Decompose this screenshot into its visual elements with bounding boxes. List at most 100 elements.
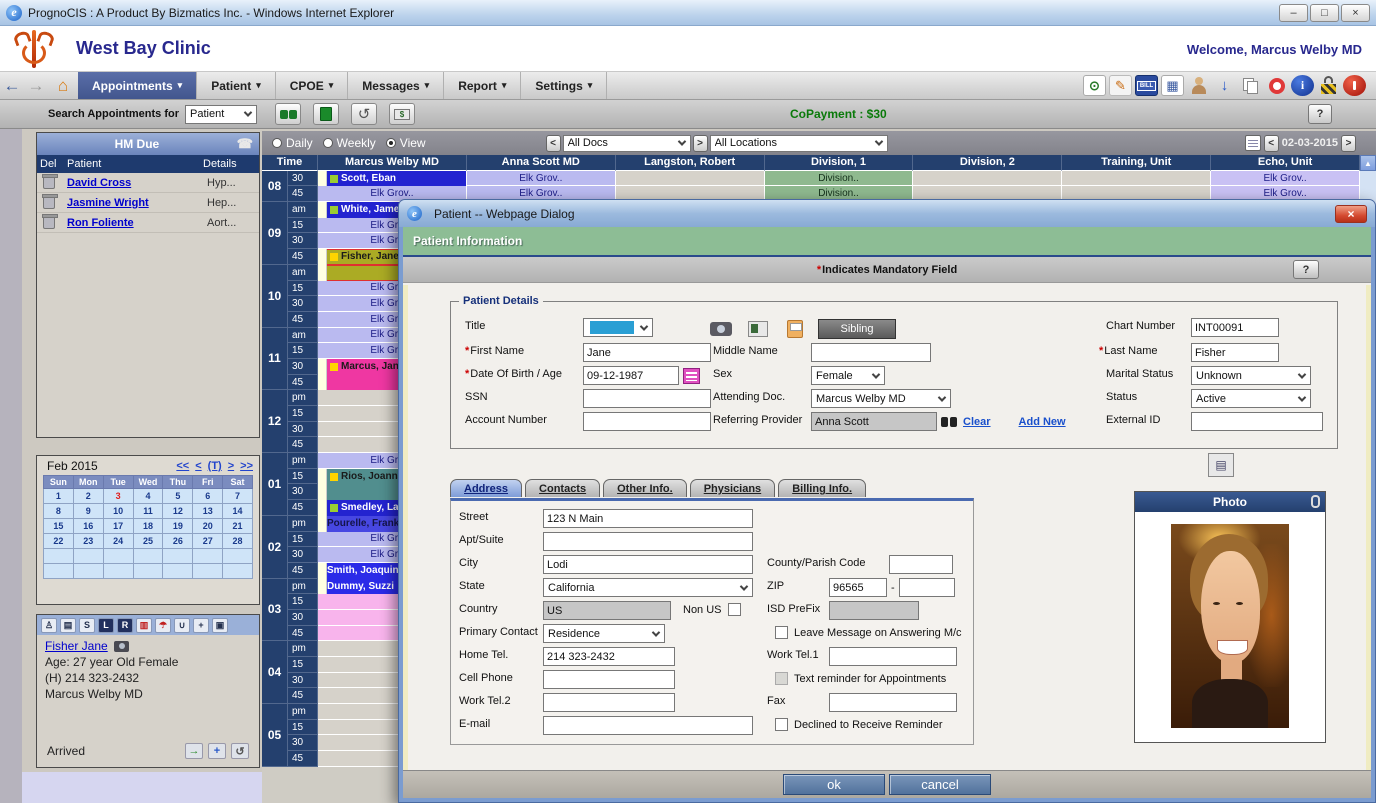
calendar-picker-icon[interactable] — [1245, 135, 1261, 151]
paperclip-icon[interactable] — [1311, 495, 1320, 508]
state-select[interactable]: California — [543, 578, 753, 597]
apt-input[interactable] — [543, 532, 753, 551]
mini-cal-day[interactable] — [163, 549, 193, 564]
menu-messages[interactable]: Messages▾ — [348, 72, 444, 99]
compose-icon[interactable]: ✎ — [1109, 75, 1132, 96]
documents-icon[interactable] — [1239, 75, 1262, 96]
mini-cal-day[interactable] — [73, 564, 103, 579]
binoculars-icon[interactable] — [275, 103, 301, 125]
mini-cal-day[interactable]: 5 — [163, 489, 193, 504]
mini-cal-day[interactable] — [223, 549, 253, 564]
patient-icon[interactable]: ♙ — [41, 618, 57, 633]
documents-icon[interactable]: ▣ — [212, 618, 228, 633]
id-card-icon[interactable] — [744, 318, 772, 340]
logout-icon[interactable] — [1343, 75, 1366, 96]
card-swipe-icon[interactable] — [781, 318, 809, 340]
title-select[interactable] — [583, 318, 653, 337]
mini-cal-day[interactable] — [133, 549, 163, 564]
mini-cal-nav-1[interactable]: < — [195, 460, 201, 472]
mini-cal-day[interactable] — [44, 564, 74, 579]
reschedule-icon[interactable]: ↺ — [231, 743, 249, 759]
street-input[interactable] — [543, 509, 753, 528]
locations-filter-select[interactable]: All Locations — [710, 135, 888, 152]
mini-cal-day[interactable]: 10 — [103, 504, 133, 519]
mini-cal-day[interactable] — [103, 549, 133, 564]
mini-cal-nav-4[interactable]: >> — [240, 460, 253, 472]
prev-doc-button[interactable]: < — [546, 135, 561, 152]
mini-cal-day[interactable]: 17 — [103, 519, 133, 534]
forward-icon[interactable]: → — [24, 72, 48, 99]
mini-cal-day[interactable]: 28 — [223, 534, 253, 549]
history-icon[interactable]: ↺ — [351, 103, 377, 125]
weekly-radio[interactable] — [323, 138, 333, 148]
work-tel2-input[interactable] — [543, 693, 675, 712]
mini-cal-day[interactable]: 15 — [44, 519, 74, 534]
capture-device-icon[interactable]: ▤ — [1208, 453, 1234, 477]
home-tel-input[interactable] — [543, 647, 675, 666]
dob-input[interactable] — [583, 366, 679, 385]
stethoscope-icon[interactable]: ∪ — [174, 618, 190, 633]
tab-contacts[interactable]: Contacts — [525, 479, 600, 497]
country-input[interactable] — [543, 601, 671, 620]
tab-billing-info[interactable]: Billing Info. — [778, 479, 866, 497]
mini-cal-day[interactable]: 19 — [163, 519, 193, 534]
tab-address[interactable]: Address — [450, 479, 522, 497]
mini-cal-day[interactable] — [73, 549, 103, 564]
patient-search-icon[interactable] — [1187, 75, 1210, 96]
download-icon[interactable]: ↓ — [1213, 75, 1236, 96]
clear-link[interactable]: Clear — [963, 416, 991, 428]
mini-cal-day[interactable]: 7 — [223, 489, 253, 504]
non-us-checkbox[interactable] — [728, 603, 741, 616]
mini-cal-day[interactable]: 1 — [44, 489, 74, 504]
daily-radio[interactable] — [272, 138, 282, 148]
schedule-slot[interactable] — [616, 171, 765, 187]
sibling-button[interactable]: Sibling — [818, 319, 896, 339]
dob-calendar-icon[interactable] — [683, 368, 700, 384]
attending-doc-select[interactable]: Marcus Welby MD — [811, 389, 951, 408]
ssn-input[interactable] — [583, 389, 711, 408]
county-code-input[interactable] — [889, 555, 953, 574]
menu-cpoe[interactable]: CPOE▾ — [276, 72, 349, 99]
add-new-link[interactable]: Add New — [1019, 416, 1066, 428]
provider-search-icon[interactable] — [941, 417, 957, 427]
schedule-icon[interactable]: ▦ — [1161, 75, 1184, 96]
mini-cal-nav-3[interactable]: > — [228, 460, 234, 472]
ok-button[interactable]: ok — [783, 774, 885, 795]
menu-patient[interactable]: Patient▾ — [197, 72, 276, 99]
work-tel1-input[interactable] — [829, 647, 957, 666]
next-doc-button[interactable]: > — [693, 135, 708, 152]
status-select[interactable]: Active — [1191, 389, 1311, 408]
billing-icon[interactable]: BILL — [1135, 75, 1158, 96]
mini-cal-day[interactable] — [103, 564, 133, 579]
mini-cal-day[interactable]: 21 — [223, 519, 253, 534]
view-radio[interactable] — [386, 138, 396, 148]
middle-name-input[interactable] — [811, 343, 931, 362]
mini-cal-day[interactable]: 20 — [193, 519, 223, 534]
mini-cal-day[interactable]: 26 — [163, 534, 193, 549]
search-type-select[interactable]: Patient — [185, 105, 257, 124]
city-input[interactable] — [543, 555, 753, 574]
menu-settings[interactable]: Settings▾ — [521, 72, 607, 99]
phone-icon[interactable]: ☎ — [237, 136, 253, 152]
zip-input[interactable] — [829, 578, 887, 597]
mini-cal-day[interactable]: 24 — [103, 534, 133, 549]
schedule-slot[interactable] — [913, 171, 1062, 187]
appointment[interactable]: Scott, Eban — [318, 171, 467, 187]
close-button[interactable]: × — [1341, 4, 1370, 22]
print-bill-icon[interactable]: $ — [389, 103, 415, 125]
chart-note-icon[interactable]: ▤ — [60, 618, 76, 633]
schedule-slot-loc[interactable]: Elk Grov.. — [467, 171, 616, 187]
letter-r-icon[interactable]: R — [117, 618, 133, 633]
photo-capture-icon[interactable] — [707, 318, 735, 340]
fax-input[interactable] — [829, 693, 957, 712]
schedule-slot-div[interactable]: Division.. — [765, 171, 914, 187]
vitals-icon[interactable]: + — [193, 618, 209, 633]
mini-cal-day[interactable]: 12 — [163, 504, 193, 519]
menu-report[interactable]: Report▾ — [444, 72, 521, 99]
sex-select[interactable]: Female — [811, 366, 885, 385]
primary-contact-select[interactable]: Residence — [543, 624, 665, 643]
meter-icon[interactable]: ⊙ — [1083, 75, 1106, 96]
mini-cal-day[interactable]: 16 — [73, 519, 103, 534]
support-icon[interactable] — [1265, 75, 1288, 96]
mini-cal-day[interactable] — [193, 549, 223, 564]
